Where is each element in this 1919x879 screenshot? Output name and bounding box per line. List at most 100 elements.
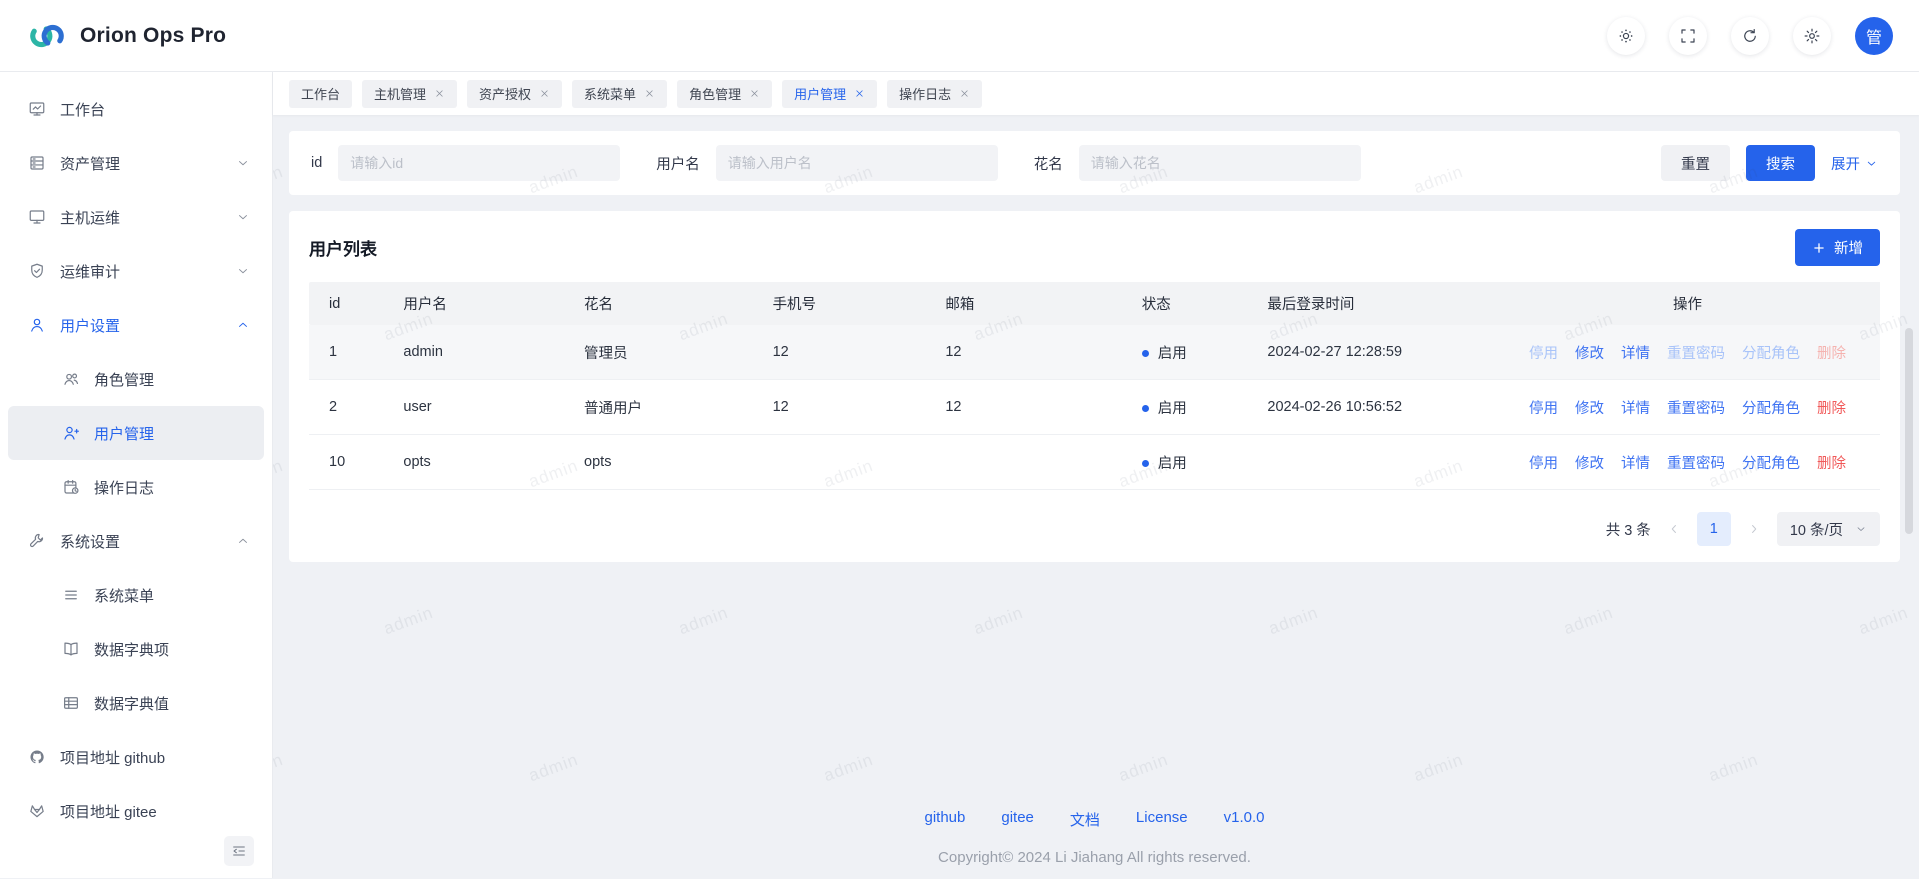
wrench-icon xyxy=(28,532,46,550)
row-actions: 停用修改详情重置密码分配角色删除 xyxy=(1495,397,1880,418)
search-field-username: 用户名 xyxy=(656,145,998,181)
action-分配角色[interactable]: 分配角色 xyxy=(1742,452,1800,473)
fullscreen-button[interactable] xyxy=(1669,17,1707,55)
sidebar-item-host-ops[interactable]: 主机运维 xyxy=(8,190,264,244)
tab-asset-auth[interactable]: 资产授权 xyxy=(467,80,562,108)
brand: Orion Ops Pro xyxy=(26,17,226,55)
collapse-sidebar-button[interactable] xyxy=(224,836,254,866)
action-重置密码[interactable]: 重置密码 xyxy=(1667,397,1725,418)
close-icon[interactable] xyxy=(959,88,970,99)
action-停用[interactable]: 停用 xyxy=(1529,397,1558,418)
plus-icon xyxy=(1812,241,1826,255)
footer-link-github[interactable]: github xyxy=(925,809,966,830)
action-删除[interactable]: 删除 xyxy=(1817,397,1846,418)
content-area: adminadminadminadminadminadminadminadmin… xyxy=(273,115,1919,878)
action-详情[interactable]: 详情 xyxy=(1621,397,1650,418)
theme-button[interactable] xyxy=(1607,17,1645,55)
watermark-text: admin xyxy=(1411,750,1466,786)
page-number-button[interactable]: 1 xyxy=(1697,512,1731,546)
tab-user-management[interactable]: 用户管理 xyxy=(782,80,877,108)
search-form-card: id用户名花名 重置 搜索 展开 xyxy=(289,131,1900,195)
action-重置密码: 重置密码 xyxy=(1667,342,1725,363)
sidebar-item-workbench[interactable]: 工作台 xyxy=(8,82,264,136)
username-input[interactable] xyxy=(716,145,998,181)
close-icon[interactable] xyxy=(854,88,865,99)
gitee-icon xyxy=(28,802,46,820)
indent-collapse-icon xyxy=(231,843,247,859)
nickname-input[interactable] xyxy=(1079,145,1361,181)
tab-label: 角色管理 xyxy=(689,84,741,103)
action-重置密码[interactable]: 重置密码 xyxy=(1667,452,1725,473)
add-user-button[interactable]: 新增 xyxy=(1795,229,1880,266)
close-icon[interactable] xyxy=(644,88,655,99)
app-logo-icon xyxy=(26,17,68,55)
footer-link-文档[interactable]: 文档 xyxy=(1070,809,1100,830)
user-avatar[interactable]: 管 xyxy=(1855,17,1893,55)
chevron-right-icon[interactable] xyxy=(1747,522,1761,536)
action-修改[interactable]: 修改 xyxy=(1575,397,1604,418)
search-button[interactable]: 搜索 xyxy=(1746,145,1815,181)
column-header-lastLogin: 最后登录时间 xyxy=(1259,282,1495,325)
sidebar-menu: 工作台资产管理主机运维运维审计用户设置角色管理用户管理操作日志系统设置系统菜单数… xyxy=(0,82,272,838)
cell-id: 1 xyxy=(309,325,395,380)
sidebar-item-dict-values[interactable]: 数据字典值 xyxy=(8,676,264,730)
sidebar-item-project-github[interactable]: 项目地址 github xyxy=(8,730,264,784)
sidebar-item-dict-keys[interactable]: 数据字典项 xyxy=(8,622,264,676)
fullscreen-icon xyxy=(1679,27,1697,45)
footer-link-v1.0.0[interactable]: v1.0.0 xyxy=(1224,809,1265,830)
tab-workbench[interactable]: 工作台 xyxy=(289,80,352,108)
action-分配角色[interactable]: 分配角色 xyxy=(1742,397,1800,418)
status-text: 启用 xyxy=(1158,456,1187,472)
top-bar: Orion Ops Pro 管 xyxy=(0,0,1919,72)
search-fields: id用户名花名 xyxy=(311,145,1397,181)
action-修改[interactable]: 修改 xyxy=(1575,452,1604,473)
action-停用[interactable]: 停用 xyxy=(1529,452,1558,473)
status-dot-icon xyxy=(1142,405,1149,412)
sidebar-item-role-management[interactable]: 角色管理 xyxy=(8,352,264,406)
column-header-mobile: 手机号 xyxy=(765,282,938,325)
footer-link-gitee[interactable]: gitee xyxy=(1001,809,1034,830)
close-icon[interactable] xyxy=(434,88,445,99)
action-删除: 删除 xyxy=(1817,342,1846,363)
status-cell: 启用 xyxy=(1134,325,1260,380)
settings-button[interactable] xyxy=(1793,17,1831,55)
status-cell: 启用 xyxy=(1134,435,1260,490)
action-详情[interactable]: 详情 xyxy=(1621,452,1650,473)
sidebar-item-operation-log[interactable]: 操作日志 xyxy=(8,460,264,514)
sidebar-item-label: 用户设置 xyxy=(60,315,120,336)
reset-button[interactable]: 重置 xyxy=(1661,145,1730,181)
table-row: 1admin管理员1212启用2024-02-27 12:28:59停用修改详情… xyxy=(309,325,1880,380)
sidebar-item-label: 角色管理 xyxy=(94,369,154,390)
sidebar-item-user-settings[interactable]: 用户设置 xyxy=(8,298,264,352)
watermark-text: admin xyxy=(1561,603,1616,639)
tab-system-menu[interactable]: 系统菜单 xyxy=(572,80,667,108)
watermark-text: admin xyxy=(1856,603,1911,639)
sidebar-item-system-menu[interactable]: 系统菜单 xyxy=(8,568,264,622)
tab-operation-log[interactable]: 操作日志 xyxy=(887,80,982,108)
chevron-up-icon xyxy=(236,318,250,332)
chevron-left-icon[interactable] xyxy=(1667,522,1681,536)
refresh-button[interactable] xyxy=(1731,17,1769,55)
expand-toggle[interactable]: 展开 xyxy=(1831,153,1878,174)
sidebar-item-user-management[interactable]: 用户管理 xyxy=(8,406,264,460)
sidebar-item-project-gitee[interactable]: 项目地址 gitee xyxy=(8,784,264,838)
action-删除[interactable]: 删除 xyxy=(1817,452,1846,473)
tab-host-management[interactable]: 主机管理 xyxy=(362,80,457,108)
id-input[interactable] xyxy=(338,145,620,181)
sidebar-item-system-settings[interactable]: 系统设置 xyxy=(8,514,264,568)
action-详情[interactable]: 详情 xyxy=(1621,342,1650,363)
scrollbar-thumb[interactable] xyxy=(1905,328,1913,534)
actions-cell: 停用修改详情重置密码分配角色删除 xyxy=(1495,380,1880,435)
menu-icon xyxy=(62,586,80,604)
close-icon[interactable] xyxy=(539,88,550,99)
page-size-select[interactable]: 10 条/页 xyxy=(1777,512,1880,546)
close-icon[interactable] xyxy=(749,88,760,99)
sidebar-item-ops-audit[interactable]: 运维审计 xyxy=(8,244,264,298)
tab-role-management[interactable]: 角色管理 xyxy=(677,80,772,108)
cell-email: 12 xyxy=(937,325,1133,380)
row-actions: 停用修改详情重置密码分配角色删除 xyxy=(1495,452,1880,473)
chevron-up-icon xyxy=(236,534,250,548)
sidebar-item-asset-management[interactable]: 资产管理 xyxy=(8,136,264,190)
footer-link-License[interactable]: License xyxy=(1136,809,1188,830)
action-修改[interactable]: 修改 xyxy=(1575,342,1604,363)
